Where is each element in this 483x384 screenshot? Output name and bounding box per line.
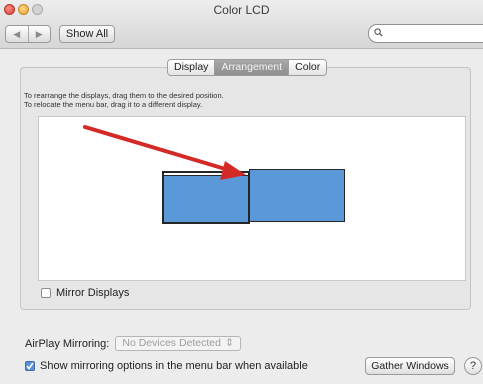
show-mirroring-option[interactable]: Show mirroring options in the menu bar w… (25, 360, 308, 372)
airplay-select[interactable]: No Devices Detected ⇕ (115, 336, 241, 351)
tab-bar: Display Arrangement Color (167, 59, 328, 76)
tab-arrangement[interactable]: Arrangement (214, 60, 289, 75)
back-button[interactable]: ◀ (6, 26, 28, 42)
menu-bar-indicator[interactable] (162, 171, 250, 176)
mirror-displays-label: Mirror Displays (56, 287, 130, 299)
instruction-line-2: To relocate the menu bar, drag it to a d… (24, 100, 203, 109)
instruction-line-1: To rearrange the displays, drag them to … (24, 91, 224, 100)
window-title: Color LCD (213, 3, 270, 17)
secondary-display[interactable] (249, 169, 345, 222)
back-arrow-icon: ◀ (13, 28, 21, 39)
primary-display[interactable] (162, 171, 250, 224)
help-button[interactable]: ? (464, 357, 482, 375)
airplay-label: AirPlay Mirroring: (25, 337, 110, 350)
mirror-displays-checkbox[interactable] (41, 288, 51, 298)
search-input[interactable] (368, 24, 483, 43)
tab-display[interactable]: Display (168, 60, 215, 75)
show-mirroring-label: Show mirroring options in the menu bar w… (40, 360, 308, 372)
tab-color[interactable]: Color (288, 60, 327, 75)
airplay-mirroring-row: AirPlay Mirroring: No Devices Detected ⇕ (25, 336, 241, 351)
updown-chevron-icon: ⇕ (225, 337, 234, 349)
checkmark-icon (26, 362, 34, 370)
mirror-displays-option[interactable]: Mirror Displays (41, 287, 129, 299)
show-mirroring-checkbox[interactable] (25, 361, 35, 371)
gather-windows-button[interactable]: Gather Windows (365, 357, 455, 375)
airplay-selected-value: No Devices Detected (122, 337, 221, 349)
title-bar: Color LCD ◀ ▶ Show All (0, 0, 483, 49)
back-forward-group: ◀ ▶ (5, 25, 51, 43)
forward-arrow-icon: ▶ (35, 28, 43, 39)
forward-button[interactable]: ▶ (27, 26, 51, 42)
arrangement-instructions: To rearrange the displays, drag them to … (24, 91, 224, 109)
show-all-button[interactable]: Show All (59, 25, 115, 43)
search-icon (374, 28, 383, 37)
